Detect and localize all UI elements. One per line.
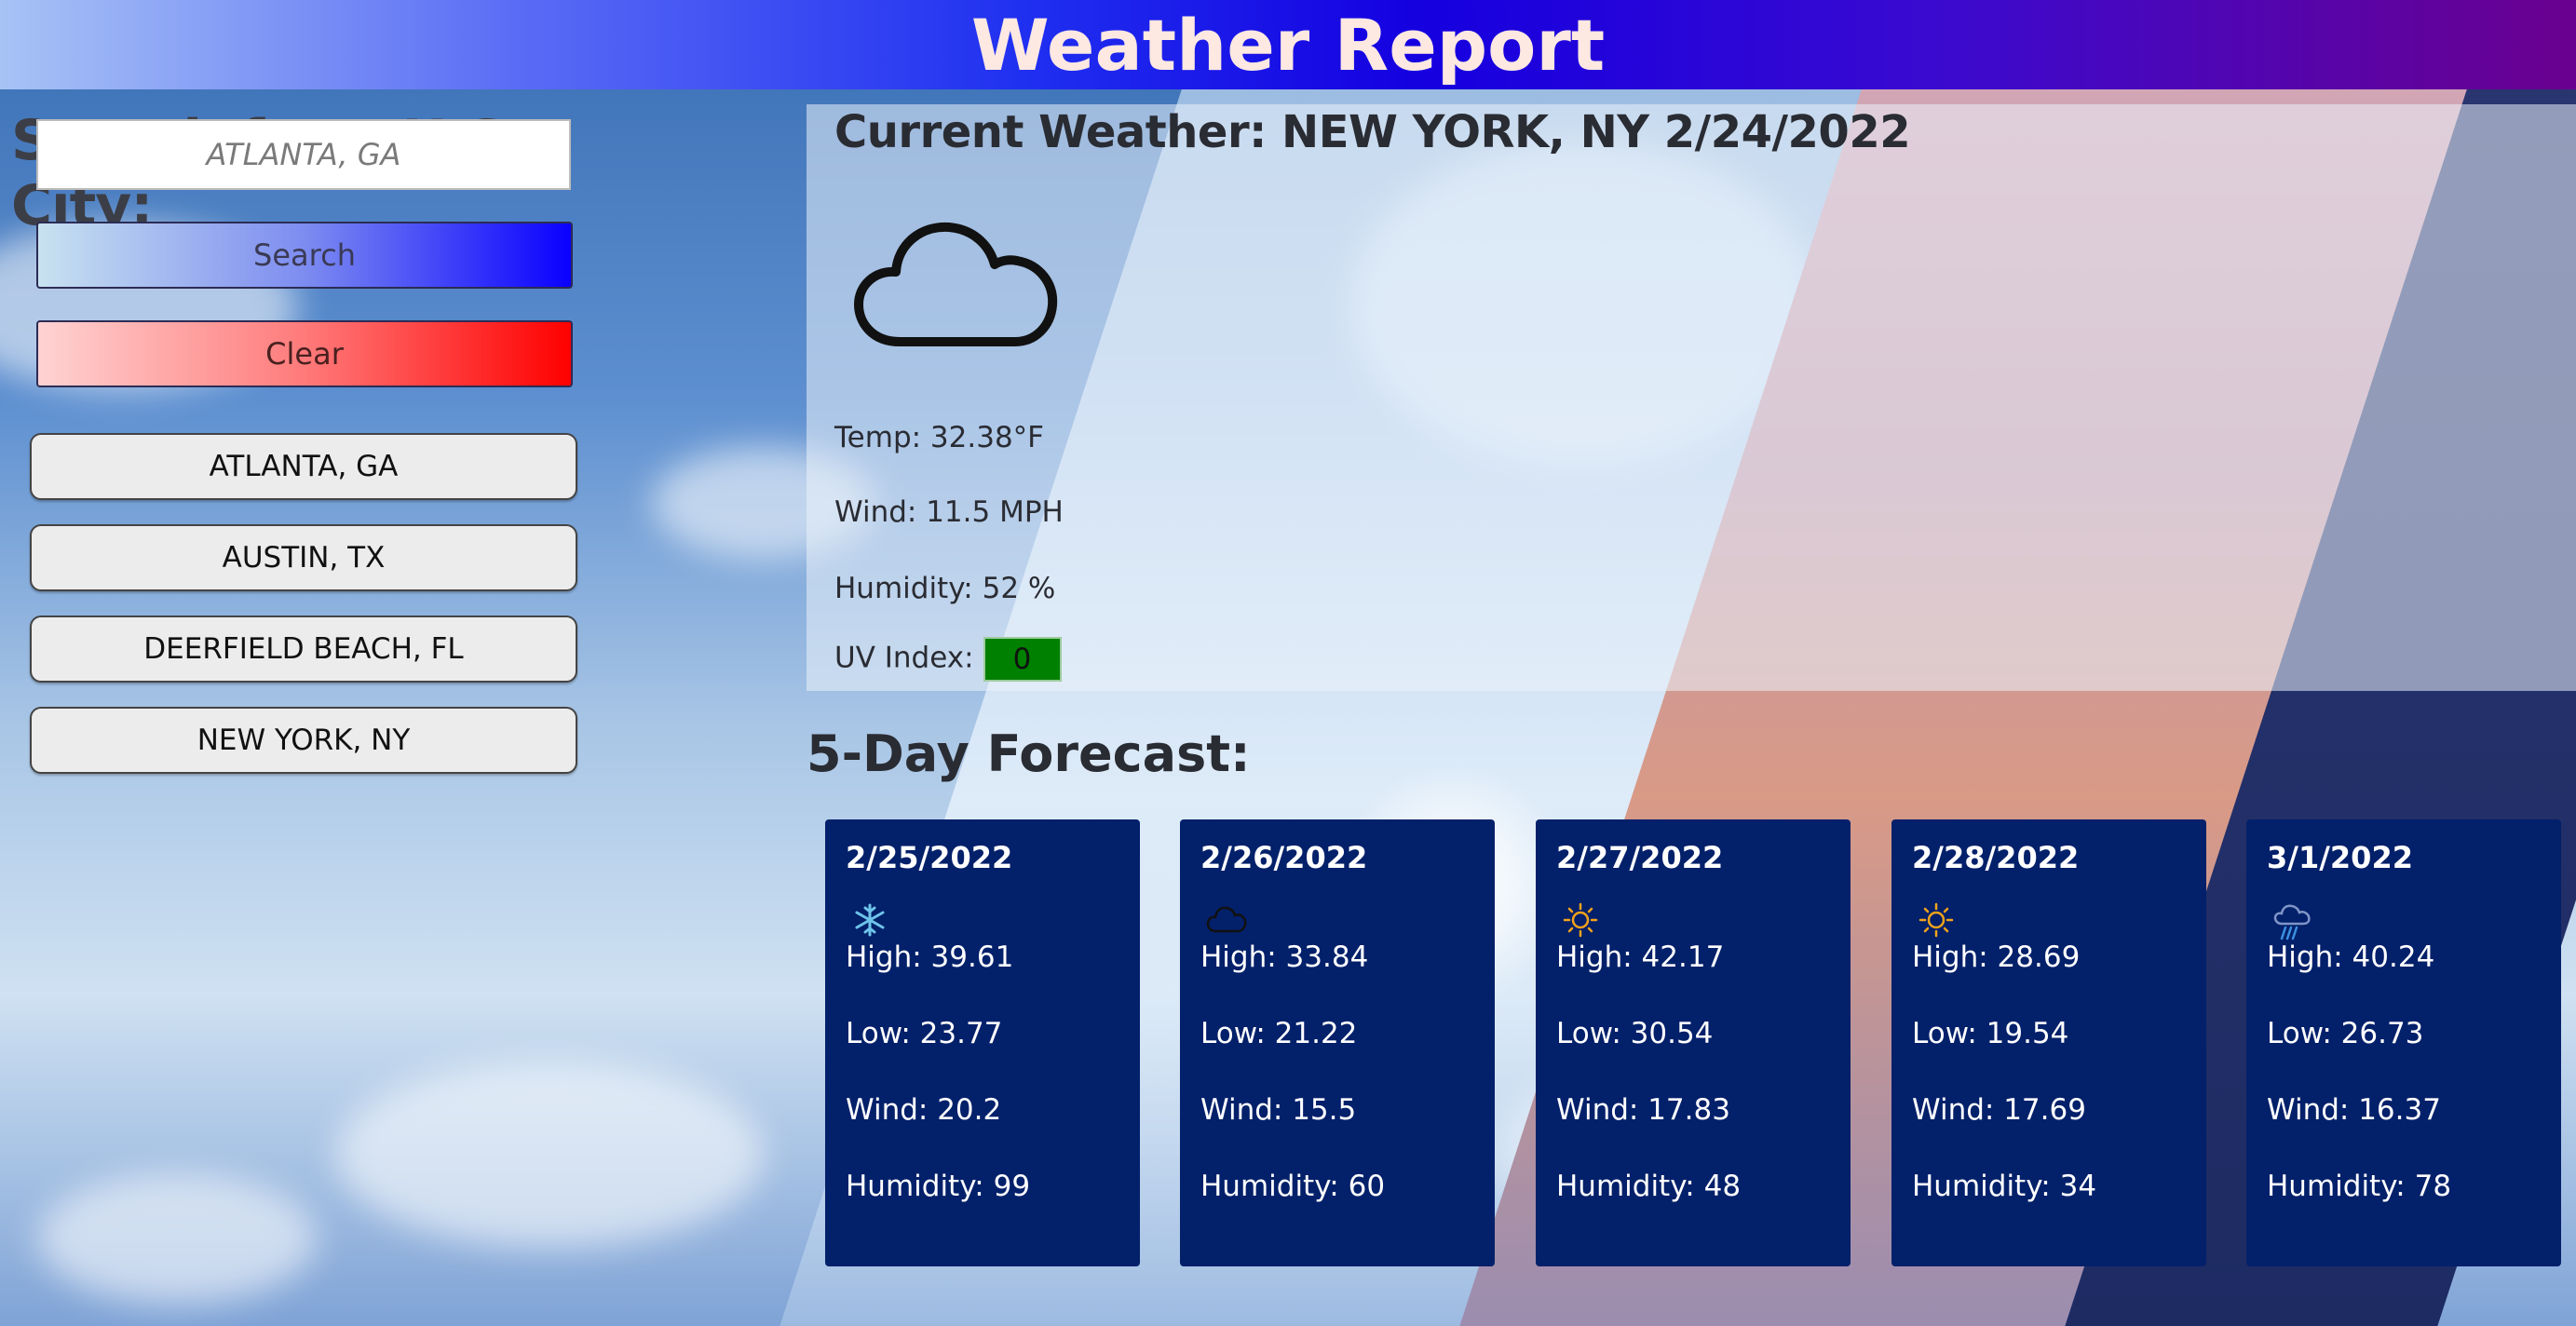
forecast-card: 2/27/2022 High: 42.17 Low: 30.54 Wind: 1…: [1536, 819, 1851, 1266]
forecast-card: 2/26/2022 High: 33.84 Low: 21.22 Wind: 1…: [1180, 819, 1495, 1266]
forecast-date: 2/28/2022: [1912, 840, 2080, 875]
forecast-low: Low: 19.54: [1912, 1017, 2069, 1050]
snowflake-icon: [851, 901, 888, 939]
forecast-humidity: Humidity: 34: [1912, 1170, 2097, 1203]
forecast-humidity: Humidity: 48: [1556, 1170, 1742, 1203]
sun-icon: [1918, 901, 1955, 939]
forecast-card: 2/28/2022 High: 28.69 Low: 19.54 Wind: 1…: [1891, 819, 2206, 1266]
forecast-low: Low: 23.77: [846, 1017, 1003, 1050]
forecast-high: High: 33.84: [1200, 940, 1369, 974]
forecast-wind: Wind: 15.5: [1200, 1093, 1357, 1127]
sun-icon: [1562, 901, 1599, 939]
forecast-card: 3/1/2022 High: 40.24 Low: 26.73 Wind: 16…: [2246, 819, 2561, 1266]
forecast-cards: 2/25/2022 High: 39.61 Low: 23.77 Wind: 2…: [825, 819, 2567, 1266]
forecast-wind: Wind: 17.83: [1556, 1093, 1730, 1127]
app-header: Weather Report: [0, 0, 2576, 89]
current-wind: Wind: 11.5 MPH: [834, 495, 1064, 529]
app-title: Weather Report: [970, 3, 1606, 87]
forecast-wind: Wind: 16.37: [2267, 1093, 2441, 1127]
forecast-wind: Wind: 20.2: [846, 1093, 1002, 1127]
forecast-high: High: 42.17: [1556, 940, 1725, 974]
forecast-wind: Wind: 17.69: [1912, 1093, 2086, 1127]
city-search-input[interactable]: [36, 119, 571, 190]
clear-button[interactable]: Clear: [36, 320, 573, 387]
forecast-date: 2/27/2022: [1556, 840, 1724, 875]
forecast-card: 2/25/2022 High: 39.61 Low: 23.77 Wind: 2…: [825, 819, 1140, 1266]
uv-index-badge: 0: [983, 637, 1062, 682]
history-item-new-york[interactable]: NEW YORK, NY: [30, 707, 577, 774]
cloud-icon: [1206, 901, 1247, 939]
forecast-date: 3/1/2022: [2267, 840, 2413, 875]
forecast-date: 2/25/2022: [846, 840, 1013, 875]
cloud-icon: [851, 207, 1065, 359]
rain-icon: [2272, 901, 2311, 940]
forecast-humidity: Humidity: 78: [2267, 1170, 2452, 1203]
history-item-austin[interactable]: AUSTIN, TX: [30, 524, 577, 591]
history-item-atlanta[interactable]: ATLANTA, GA: [30, 433, 577, 500]
search-button-label: Search: [253, 237, 356, 273]
current-humidity: Humidity: 52 %: [834, 572, 1056, 605]
forecast-low: Low: 21.22: [1200, 1017, 1358, 1050]
forecast-low: Low: 30.54: [1556, 1017, 1714, 1050]
current-weather-title: Current Weather: NEW YORK, NY 2/24/2022: [834, 106, 1911, 158]
forecast-high: High: 40.24: [2267, 940, 2435, 974]
forecast-date: 2/26/2022: [1200, 840, 1368, 875]
search-history-list: ATLANTA, GA AUSTIN, TX DEERFIELD BEACH, …: [30, 433, 577, 798]
forecast-low: Low: 26.73: [2267, 1017, 2424, 1050]
forecast-high: High: 39.61: [846, 940, 1014, 974]
history-item-deerfield-beach[interactable]: DEERFIELD BEACH, FL: [30, 616, 577, 683]
forecast-title: 5-Day Forecast:: [807, 724, 1251, 783]
forecast-humidity: Humidity: 99: [846, 1170, 1031, 1203]
clear-button-label: Clear: [265, 336, 344, 372]
forecast-high: High: 28.69: [1912, 940, 2081, 974]
current-uv: UV Index: 0: [834, 637, 1062, 682]
forecast-humidity: Humidity: 60: [1200, 1170, 1386, 1203]
search-button[interactable]: Search: [36, 222, 573, 289]
uv-index-label: UV Index:: [834, 641, 974, 675]
current-weather-panel: Current Weather: NEW YORK, NY 2/24/2022 …: [807, 104, 2576, 691]
current-temp: Temp: 32.38°F: [834, 421, 1044, 454]
